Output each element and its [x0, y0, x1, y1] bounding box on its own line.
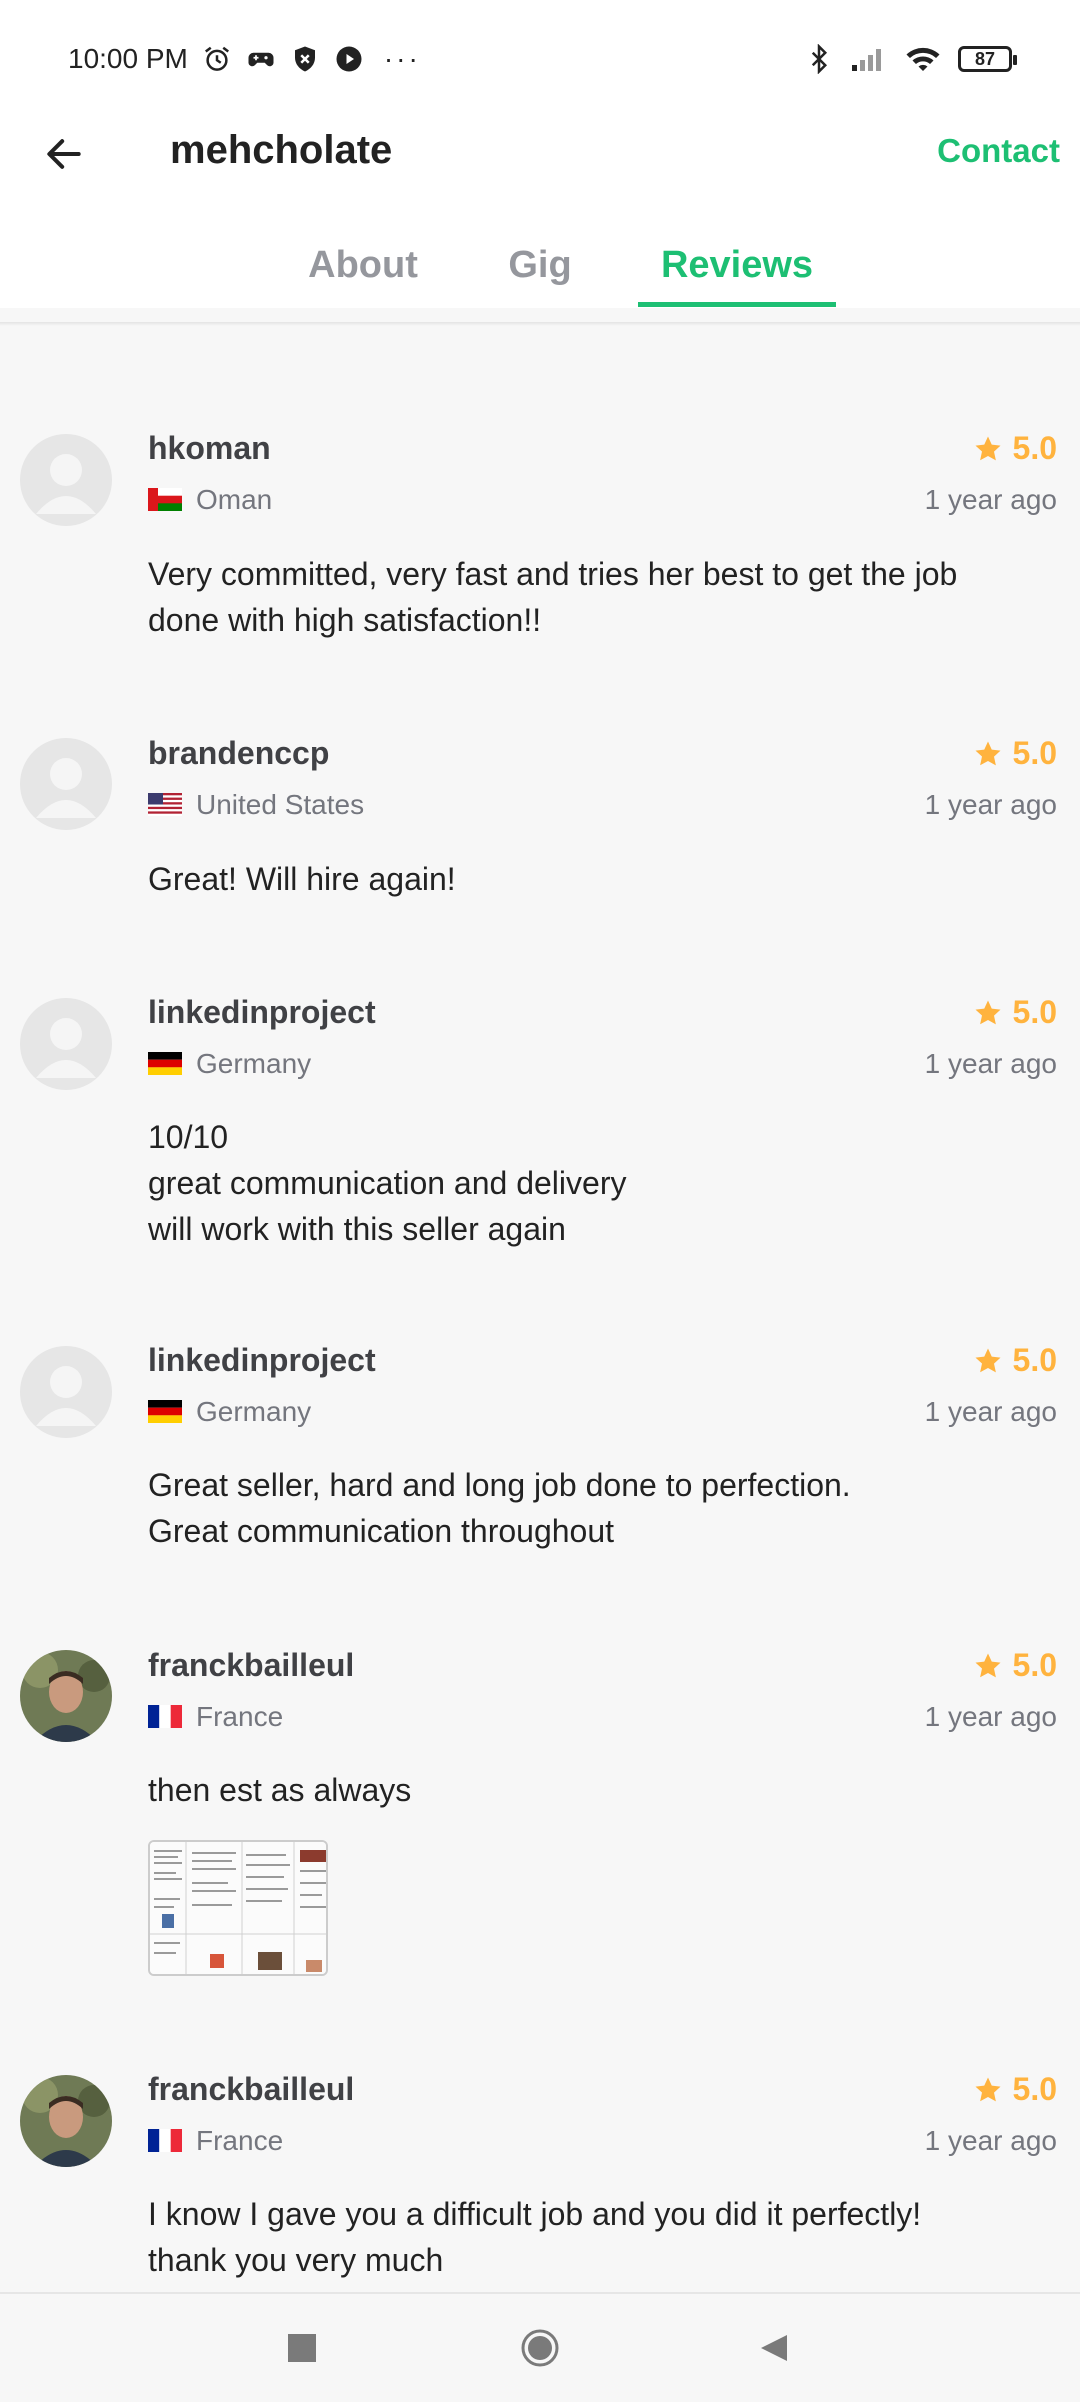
avatar[interactable]	[20, 434, 112, 526]
system-nav-bar	[0, 2292, 1080, 2400]
recents-square-icon	[288, 2334, 316, 2362]
avatar[interactable]	[20, 998, 112, 1090]
flag-france-icon	[148, 1705, 182, 1728]
reviewer-country: Germany	[196, 1048, 312, 1079]
attachment-thumbnail[interactable]	[148, 1840, 328, 1976]
avatar[interactable]	[20, 1650, 112, 1742]
star-icon	[975, 1653, 1001, 1677]
star-icon	[975, 436, 1001, 460]
reviewer-country: Oman	[196, 484, 273, 515]
review-text: then est as always	[148, 1772, 412, 1808]
reviewer-name[interactable]: franckbailleul	[148, 2071, 354, 2108]
star-icon	[975, 2077, 1001, 2101]
rating: 5.0	[973, 1647, 1057, 1684]
bluetooth-icon	[811, 44, 828, 74]
arrow-left-icon	[47, 139, 81, 169]
reviewer-name[interactable]: linkedinproject	[148, 1342, 376, 1379]
back-triangle-icon	[761, 2335, 787, 2361]
app-header: mehcholate Contact About Gig Reviews	[0, 118, 1080, 308]
rating-value: 5.0	[1012, 1342, 1057, 1378]
shield-icon	[294, 46, 315, 72]
star-icon	[975, 1348, 1001, 1372]
avatar[interactable]	[20, 738, 112, 830]
review-time: 1 year ago	[924, 1048, 1057, 1079]
reviewer-name[interactable]: hkoman	[148, 430, 271, 467]
signal-icon	[852, 49, 881, 71]
flag-united-states-icon	[148, 793, 182, 816]
home-button[interactable]	[490, 2294, 590, 2402]
review-time: 1 year ago	[924, 1701, 1057, 1732]
tab-reviews[interactable]: Reviews	[638, 244, 836, 308]
review-time: 1 year ago	[924, 1396, 1057, 1427]
rating: 5.0	[973, 1342, 1057, 1379]
status-time: 10:00 PM	[68, 43, 188, 74]
tab-about[interactable]: About	[288, 244, 438, 308]
active-tab-indicator	[638, 302, 836, 307]
star-icon	[975, 1000, 1001, 1024]
status-bar: 10:00 PM ··· 87	[0, 0, 1080, 118]
rating-value: 5.0	[1012, 430, 1057, 466]
rating-value: 5.0	[1012, 994, 1057, 1030]
rating-value: 5.0	[1012, 1647, 1057, 1683]
flag-germany-icon	[148, 1400, 182, 1423]
flag-oman-icon	[148, 488, 182, 511]
header-divider	[0, 322, 1080, 326]
tab-bar: About Gig Reviews	[0, 244, 1080, 308]
review-text: Great seller, hard and long job done to …	[148, 1467, 851, 1549]
recents-button[interactable]	[252, 2294, 352, 2402]
review-time: 1 year ago	[924, 484, 1057, 515]
rating-value: 5.0	[1012, 735, 1057, 771]
rating: 5.0	[973, 2071, 1057, 2108]
battery-indicator: 87	[958, 46, 1017, 72]
reviewer-country: France	[196, 1701, 284, 1732]
rating-value: 5.0	[1012, 2071, 1057, 2107]
review-time: 1 year ago	[924, 789, 1057, 820]
alarm-icon	[204, 46, 229, 71]
home-circle-icon	[521, 2329, 559, 2367]
avatar[interactable]	[20, 2075, 112, 2167]
flag-germany-icon	[148, 1052, 182, 1075]
rating: 5.0	[973, 430, 1057, 467]
reviewer-country: United States	[196, 789, 365, 820]
star-icon	[975, 741, 1001, 765]
wifi-icon	[906, 47, 940, 71]
avatar[interactable]	[20, 1346, 112, 1438]
page-title: mehcholate	[170, 128, 393, 172]
contact-button[interactable]: Contact	[937, 132, 1060, 170]
more-icon: ···	[383, 43, 421, 74]
media-icon	[336, 46, 362, 72]
review-text: 10/10 great communication and delivery w…	[148, 1119, 627, 1247]
game-controller-icon	[248, 52, 274, 67]
reviewer-name[interactable]: linkedinproject	[148, 994, 376, 1031]
reviewer-country: Germany	[196, 1396, 312, 1427]
reviewer-country: France	[196, 2125, 284, 2156]
review-text: Very committed, very fast and tries her …	[148, 556, 958, 638]
rating: 5.0	[973, 735, 1057, 772]
reviewer-name[interactable]: franckbailleul	[148, 1647, 354, 1684]
tab-gig[interactable]: Gig	[500, 244, 580, 308]
back-button[interactable]	[34, 118, 94, 190]
reviewer-name[interactable]: brandenccp	[148, 735, 329, 772]
back-nav-button[interactable]	[724, 2294, 824, 2402]
review-text: I know I gave you a difficult job and yo…	[148, 2196, 922, 2278]
flag-france-icon	[148, 2129, 182, 2152]
review-text: Great! Will hire again!	[148, 861, 456, 897]
rating: 5.0	[973, 994, 1057, 1031]
review-time: 1 year ago	[924, 2125, 1057, 2156]
